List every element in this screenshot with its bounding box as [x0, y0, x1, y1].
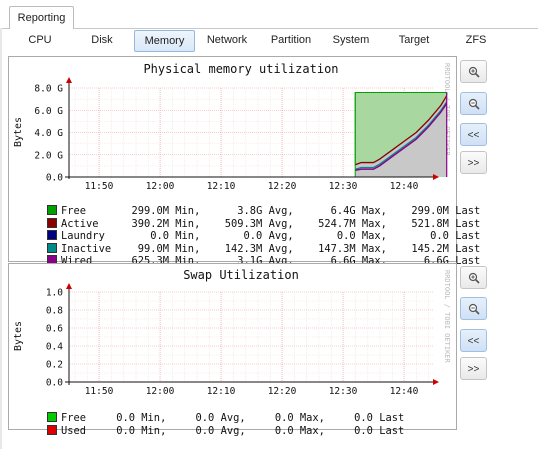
x-tick-label: 12:20 [268, 386, 297, 397]
y-tick-label: 1.0 [46, 288, 63, 299]
legend-max: 0.0 [274, 424, 294, 437]
legend-row-wired: Wired 625.3M Min, 3.1G Avg, 6.6G Max, 6.6G L… [22, 243, 480, 267]
x-tick-label: 12:20 [268, 181, 297, 192]
y-tick-label: 0.0 [46, 378, 63, 389]
y-tick-label: 0.4 [46, 342, 63, 353]
legend-name: Used [61, 424, 87, 437]
legend-min: 0.0 [116, 424, 136, 437]
y-tick-label: 6.0 G [34, 106, 63, 117]
legend-row-inactive: Inactive 99.0M Min, 142.3M Avg, 147.3M Max,… [22, 231, 480, 255]
x-axis-arrow [433, 379, 439, 385]
forward-button[interactable]: >> [460, 357, 487, 380]
subtab-system[interactable]: System [326, 30, 376, 50]
x-tick-label: 12:10 [207, 386, 236, 397]
x-tick-label: 12:00 [146, 181, 175, 192]
zoom-out-button[interactable] [460, 297, 487, 320]
y-tick-label: 2.0 G [34, 150, 63, 161]
x-tick-label: 12:30 [329, 181, 358, 192]
x-tick-label: 12:40 [390, 386, 419, 397]
tab-bar-divider [0, 28, 538, 29]
legend-min-unit: Min, [141, 424, 167, 437]
legend-row-free: Free 299.0M Min, 3.8G Avg, 6.4G Max, 299.0M … [22, 193, 480, 217]
subtab-cpu[interactable]: CPU [14, 30, 66, 50]
subtab-zfs[interactable]: ZFS [452, 30, 500, 50]
legend-last: 0.0 [354, 424, 373, 437]
back-button[interactable]: << [460, 329, 487, 352]
zoom-out-icon [468, 98, 480, 110]
subtab-disk[interactable]: Disk [72, 30, 132, 50]
y-tick-label: 0.0 [46, 173, 63, 184]
y-tick-label: 8.0 G [34, 84, 63, 95]
legend-last-unit: Last [379, 424, 405, 437]
zoom-in-button[interactable] [460, 266, 487, 289]
legend-max-unit: Max, [299, 424, 325, 437]
legend-avg: 0.0 [195, 424, 215, 437]
x-tick-label: 12:10 [207, 181, 236, 192]
subtab-bar: CPU Disk Memory Network Partition System… [8, 30, 538, 52]
subtab-target[interactable]: Target [388, 30, 440, 50]
y-axis-arrow [66, 77, 72, 83]
zoom-out-button[interactable] [460, 92, 487, 115]
forward-button[interactable]: >> [460, 151, 487, 174]
y-axis-label: Bytes [13, 321, 24, 351]
legend-row-free: Free 0.0 Min, 0.0 Avg, 0.0 Max, 0.0 Last [22, 400, 404, 424]
x-tick-label: 12:30 [329, 386, 358, 397]
zoom-in-icon [468, 272, 480, 284]
watermark: RRDTOOL / TOBI OETIKER [443, 270, 451, 364]
zoom-out-icon [468, 303, 480, 315]
y-tick-label: 0.2 [46, 360, 63, 371]
back-button[interactable]: << [460, 123, 487, 146]
legend-row-laundry: Laundry 0.0 Min, 0.0 Avg, 0.0 Max, 0.0 Last [22, 218, 480, 242]
x-tick-label: 12:40 [390, 181, 419, 192]
legend-row-used: Used 0.0 Min, 0.0 Avg, 0.0 Max, 0.0 Last [22, 413, 404, 437]
tab-reporting[interactable]: Reporting [9, 6, 74, 29]
x-tick-label: 11:50 [85, 181, 114, 192]
x-tick-label: 11:50 [85, 386, 114, 397]
y-tick-label: 4.0 G [34, 128, 63, 139]
y-axis-arrow [66, 283, 72, 289]
x-tick-label: 12:00 [146, 386, 175, 397]
legend-row-active: Active 390.2M Min, 509.3M Avg, 524.7M Max, 5… [22, 206, 480, 230]
graph-title: Physical memory utilization [143, 62, 338, 76]
legend-swatch [47, 424, 58, 435]
subtab-network[interactable]: Network [198, 30, 256, 50]
zoom-in-button[interactable] [460, 60, 487, 83]
left-edge [0, 28, 2, 449]
subtab-partition[interactable]: Partition [260, 30, 322, 50]
swap-graph-panel: Swap Utilization Bytes RRDTOOL / TOBI OE… [8, 263, 457, 437]
y-tick-label: 0.6 [46, 324, 63, 335]
zoom-in-icon [468, 66, 480, 78]
graph-title: Swap Utilization [183, 268, 299, 282]
y-axis-label: Bytes [13, 117, 24, 147]
subtab-memory[interactable]: Memory [134, 30, 195, 52]
memory-graph-panel: Physical memory utilization Bytes RRDTOO… [8, 56, 480, 267]
y-tick-label: 0.8 [46, 306, 63, 317]
legend-avg-unit: Avg, [220, 424, 246, 437]
